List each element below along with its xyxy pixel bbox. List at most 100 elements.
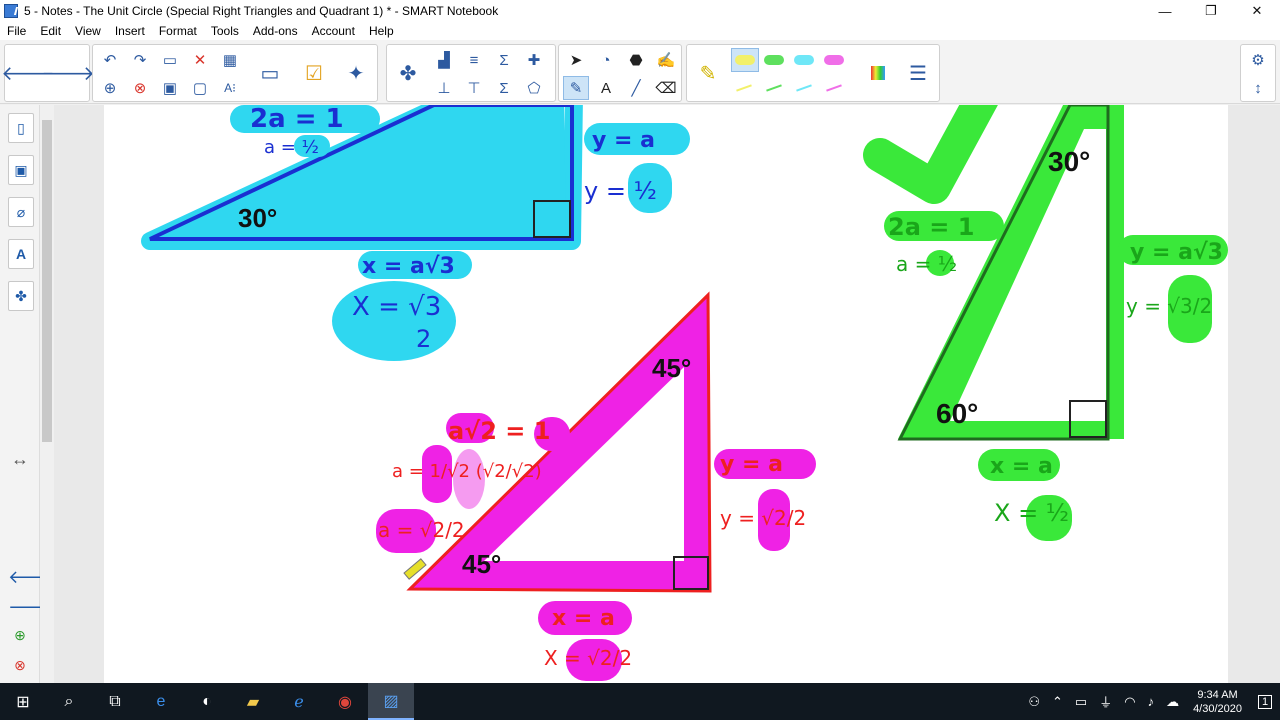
maximize-button[interactable]: ❐ bbox=[1188, 0, 1234, 22]
redo-icon[interactable]: ↷ bbox=[127, 48, 153, 72]
save-icon[interactable]: ▣ bbox=[157, 76, 183, 100]
highlighter-icon[interactable]: ✎ bbox=[691, 48, 725, 98]
color-palette-icon[interactable] bbox=[861, 48, 895, 98]
edge-browser-icon[interactable]: e bbox=[138, 683, 184, 720]
gallery-icon[interactable]: ▣ bbox=[8, 155, 34, 185]
minimize-button[interactable]: — bbox=[1142, 0, 1188, 22]
math-sum-icon[interactable]: Σ bbox=[491, 48, 517, 72]
menu-edit[interactable]: Edit bbox=[33, 24, 68, 38]
smart-notebook-taskbar-icon[interactable]: ▨ bbox=[368, 683, 414, 720]
left-margin bbox=[54, 105, 104, 683]
resize-sidebar-icon[interactable]: ↔ bbox=[8, 449, 32, 470]
settings-gear-icon[interactable]: ⚙ bbox=[1245, 48, 1271, 72]
previous-page-icon[interactable]: 🡐 bbox=[1, 48, 55, 98]
attachments-icon[interactable]: ⌀ bbox=[8, 197, 34, 227]
text-icon[interactable]: A bbox=[593, 76, 619, 100]
document-camera-icon[interactable]: ▭ bbox=[253, 48, 287, 98]
green-x-val: X = ½ bbox=[994, 499, 1069, 527]
align-icon[interactable]: ≡ bbox=[461, 48, 487, 72]
next-page-icon[interactable]: 🡒 bbox=[41, 48, 95, 98]
pen-tools-icon[interactable]: ✎ bbox=[563, 76, 589, 100]
shapes-icon[interactable]: ◔ bbox=[593, 48, 619, 72]
text-properties-icon[interactable]: A⁝ bbox=[217, 76, 243, 100]
blue-y-eq: y = a bbox=[592, 128, 655, 153]
line-icon[interactable]: ╱ bbox=[623, 76, 649, 100]
line-pink[interactable] bbox=[821, 76, 847, 100]
internet-explorer-icon[interactable]: ℯ bbox=[276, 683, 322, 720]
blue-x-den: 2 bbox=[416, 325, 431, 353]
add-ons-icon[interactable]: ✦ bbox=[339, 48, 373, 98]
menu-tools[interactable]: Tools bbox=[204, 24, 246, 38]
sidebar-next-page-icon[interactable]: 🡒 bbox=[8, 597, 56, 618]
highlighter-pink[interactable] bbox=[821, 48, 847, 72]
paste-icon[interactable]: ▭ bbox=[157, 48, 183, 72]
blue-y-val: y = ½ bbox=[584, 177, 657, 205]
show-hidden-icons-icon[interactable]: ⌃ bbox=[1046, 694, 1069, 710]
magic-pen-icon[interactable]: ✍ bbox=[653, 48, 679, 72]
sidebar-add-page-icon[interactable]: ⊕ bbox=[8, 627, 32, 644]
sidebar-delete-page-icon[interactable]: ⊗ bbox=[8, 657, 32, 674]
distribute-icon[interactable]: ⊥ bbox=[431, 76, 457, 100]
usb-icon[interactable]: ⏚ bbox=[1093, 692, 1118, 711]
add-page-icon[interactable]: ⊕ bbox=[97, 76, 123, 100]
line-green[interactable] bbox=[761, 76, 787, 100]
windows-start-icon[interactable]: ⊞ bbox=[0, 683, 46, 720]
menu-account[interactable]: Account bbox=[305, 24, 362, 38]
shape-recognition-icon[interactable]: ⬠ bbox=[521, 76, 547, 100]
response-icon[interactable]: ☑ bbox=[297, 48, 331, 98]
table-icon[interactable]: ▦ bbox=[217, 48, 243, 72]
toolbar-edit-group: ↶ ↷ ▭ ✕ ▦ ⊕ ⊗ ▣ ▢ A⁝ ▭ ☑ ✦ bbox=[92, 44, 378, 102]
add-ons-sidebar-icon[interactable]: ✤ bbox=[8, 281, 34, 311]
select-icon[interactable]: ➤ bbox=[563, 48, 589, 72]
right-margin bbox=[1228, 105, 1280, 683]
menu-format[interactable]: Format bbox=[152, 24, 204, 38]
menu-help[interactable]: Help bbox=[362, 24, 401, 38]
people-icon[interactable]: ⚇ bbox=[1022, 694, 1046, 710]
green-a-val: a = ½ bbox=[896, 252, 957, 276]
widget-icon[interactable]: ✤ bbox=[391, 48, 425, 98]
chart-icon[interactable]: ▟ bbox=[431, 48, 457, 72]
highlighter-cyan[interactable] bbox=[791, 48, 817, 72]
line-cyan[interactable] bbox=[791, 76, 817, 100]
fill-icon[interactable]: ⬣ bbox=[623, 48, 649, 72]
menu-insert[interactable]: Insert bbox=[108, 24, 152, 38]
math-tools-icon[interactable]: Σ bbox=[491, 76, 517, 100]
blue-x-eq: x = a√3 bbox=[362, 254, 455, 279]
page-sorter-icon[interactable]: ▯ bbox=[8, 113, 34, 143]
grid-icon[interactable]: ✚ bbox=[521, 48, 547, 72]
toolbar: 🡐 🡒 ↶ ↷ ▭ ✕ ▦ ⊕ ⊗ ▣ ▢ A⁝ ▭ ☑ ✦ ✤ ▟ ≡ Σ ✚… bbox=[0, 40, 1280, 104]
delete-page-icon[interactable]: ⊗ bbox=[127, 76, 153, 100]
move-toolbar-icon[interactable]: ↕ bbox=[1245, 76, 1271, 100]
line-style-icon[interactable]: ☰ bbox=[901, 48, 935, 98]
toolbar-math-group: ✤ ▟ ≡ Σ ✚ ⊥ ⊤ Σ ⬠ bbox=[386, 44, 556, 102]
wifi-icon[interactable]: ◠ bbox=[1118, 694, 1141, 710]
menu-view[interactable]: View bbox=[68, 24, 108, 38]
volume-icon[interactable]: ♪ bbox=[1142, 694, 1161, 709]
align-top-icon[interactable]: ⊤ bbox=[461, 76, 487, 100]
task-view-icon[interactable]: ⧉ bbox=[92, 683, 138, 720]
chrome-icon[interactable]: ◉ bbox=[322, 683, 368, 720]
menu-addons[interactable]: Add-ons bbox=[246, 24, 305, 38]
line-yellow[interactable] bbox=[731, 76, 757, 100]
onedrive-icon[interactable]: ☁ bbox=[1160, 694, 1185, 710]
scrollbar-thumb[interactable] bbox=[42, 120, 52, 442]
app-icon[interactable]: ◐ bbox=[184, 683, 230, 720]
search-icon[interactable]: ⌕ bbox=[46, 683, 92, 720]
properties-icon[interactable]: A bbox=[8, 239, 34, 269]
highlighter-green[interactable] bbox=[761, 48, 787, 72]
blue-triangle-group: 2a = 1 a = ½ 30° y = a y = ½ x = a√3 X =… bbox=[141, 105, 690, 361]
notifications-icon[interactable]: 1 bbox=[1250, 694, 1280, 709]
close-button[interactable]: ✕ bbox=[1234, 0, 1280, 22]
screen-shade-icon[interactable]: ▢ bbox=[187, 76, 213, 100]
pink-triangle-group: a√2 = 1 a = 1/√2 (√2/√2) a = √2/2 45° 45… bbox=[376, 291, 816, 681]
undo-icon[interactable]: ↶ bbox=[97, 48, 123, 72]
delete-icon[interactable]: ✕ bbox=[187, 48, 213, 72]
battery-icon[interactable]: ▭ bbox=[1069, 694, 1093, 710]
menu-file[interactable]: File bbox=[0, 24, 33, 38]
highlighter-yellow[interactable] bbox=[731, 48, 759, 72]
sidebar-prev-page-icon[interactable]: 🡐 bbox=[8, 567, 56, 588]
whiteboard-canvas[interactable]: 2a = 1 a = ½ 30° y = a y = ½ x = a√3 X =… bbox=[104, 105, 1228, 683]
eraser-icon[interactable]: ⌫ bbox=[653, 76, 679, 100]
file-explorer-icon[interactable]: ▰ bbox=[230, 683, 276, 720]
clock[interactable]: 9:34 AM 4/30/2020 bbox=[1185, 688, 1250, 716]
